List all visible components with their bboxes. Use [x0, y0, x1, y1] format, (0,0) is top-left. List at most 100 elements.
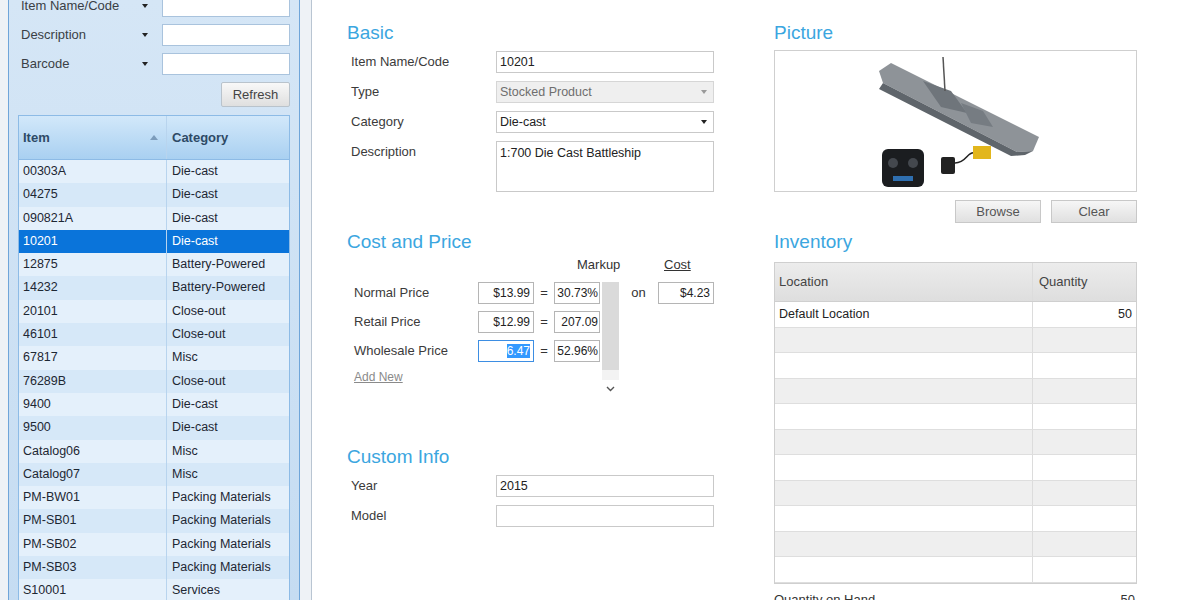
location-cell[interactable]: Default Location — [775, 302, 1033, 327]
location-cell[interactable] — [775, 353, 1033, 378]
item-code[interactable]: Catalog06 — [19, 440, 167, 463]
item-category[interactable]: Packing Materials — [167, 486, 289, 509]
item-category[interactable]: Services — [167, 579, 289, 600]
item-code[interactable]: Catalog07 — [19, 463, 167, 486]
location-cell[interactable] — [775, 557, 1033, 582]
filter-field-selector[interactable]: Description — [21, 24, 162, 46]
item-category[interactable]: Close-out — [167, 370, 289, 393]
filter-input[interactable] — [162, 24, 290, 46]
location-cell[interactable] — [775, 430, 1033, 455]
item-code[interactable]: PM-SB03 — [19, 556, 167, 579]
item-code[interactable]: 14232 — [19, 276, 167, 299]
location-cell[interactable] — [775, 455, 1033, 480]
filter-field-selector[interactable]: Barcode — [21, 53, 162, 75]
item-row[interactable]: 76289BClose-out — [19, 370, 289, 393]
item-code[interactable]: 76289B — [19, 370, 167, 393]
quantity-cell[interactable] — [1033, 506, 1136, 531]
dropdown-arrow-icon[interactable] — [142, 62, 148, 66]
text-area[interactable]: 1:700 Die Cast Battleship — [496, 141, 714, 192]
dropdown[interactable]: Die-cast — [496, 111, 714, 133]
item-code[interactable]: PM-SB02 — [19, 533, 167, 556]
item-category[interactable]: Close-out — [167, 323, 289, 346]
filter-label[interactable]: Item Name/Code — [21, 0, 119, 17]
field-value[interactable]: 2015 — [500, 476, 528, 496]
item-row[interactable]: 00303ADie-cast — [19, 160, 289, 183]
markup-field[interactable]: 30.73% — [554, 282, 600, 304]
markup-field[interactable]: 207.09 — [554, 311, 600, 333]
quantity-cell[interactable] — [1033, 481, 1136, 506]
item-code[interactable]: PM-BW01 — [19, 486, 167, 509]
dropdown-arrow-icon[interactable] — [701, 120, 707, 124]
location-cell[interactable] — [775, 506, 1033, 531]
location-cell[interactable] — [775, 379, 1033, 404]
inventory-row[interactable] — [775, 353, 1136, 379]
item-category[interactable]: Misc — [167, 346, 289, 369]
inventory-row[interactable] — [775, 379, 1136, 405]
cost-field[interactable]: $4.23 — [658, 282, 714, 304]
item-row[interactable]: 10201Die-cast — [19, 230, 289, 253]
inventory-row[interactable] — [775, 532, 1136, 558]
text-field[interactable]: 2015 — [496, 475, 714, 497]
scrollbar-track[interactable] — [602, 282, 619, 380]
quantity-cell[interactable] — [1033, 455, 1136, 480]
quantity-cell[interactable] — [1033, 430, 1136, 455]
item-category[interactable]: Battery-Powered — [167, 253, 289, 276]
item-code[interactable]: 04275 — [19, 183, 167, 206]
item-category[interactable]: Battery-Powered — [167, 276, 289, 299]
item-code[interactable]: 9400 — [19, 393, 167, 416]
item-row[interactable]: 9400Die-cast — [19, 393, 289, 416]
item-category[interactable]: Die-cast — [167, 416, 289, 439]
item-row[interactable]: S10001Services — [19, 579, 289, 600]
item-row[interactable]: Catalog07Misc — [19, 463, 289, 486]
item-row[interactable]: PM-BW01Packing Materials — [19, 486, 289, 509]
inventory-row[interactable] — [775, 481, 1136, 507]
text-field[interactable]: 10201 — [496, 51, 714, 73]
item-category[interactable]: Die-cast — [167, 393, 289, 416]
scroll-down-icon[interactable] — [602, 380, 619, 398]
field-value[interactable]: 1:700 Die Cast Battleship — [500, 144, 641, 162]
item-code[interactable]: 12875 — [19, 253, 167, 276]
item-code[interactable]: 9500 — [19, 416, 167, 439]
price-field[interactable]: $13.99 — [478, 282, 534, 304]
column-header[interactable]: Location — [775, 263, 1033, 301]
item-category[interactable]: Die-cast — [167, 230, 289, 253]
quantity-cell[interactable] — [1033, 404, 1136, 429]
column-header[interactable]: Item — [19, 116, 167, 159]
item-code[interactable]: 67817 — [19, 346, 167, 369]
browse-button[interactable]: Browse — [955, 200, 1041, 223]
inventory-row[interactable] — [775, 557, 1136, 583]
refresh-button[interactable]: Refresh — [221, 82, 290, 107]
inventory-row[interactable] — [775, 404, 1136, 430]
field-value[interactable]: Die-cast — [500, 112, 546, 132]
filter-input[interactable] — [162, 53, 290, 75]
item-row[interactable]: 20101Close-out — [19, 300, 289, 323]
add-new-link[interactable]: Add New — [354, 369, 600, 385]
item-code[interactable]: 46101 — [19, 323, 167, 346]
markup-value[interactable]: 207.09 — [561, 315, 598, 329]
markup-field[interactable]: 52.96% — [554, 340, 600, 362]
price-value[interactable]: $12.99 — [493, 315, 530, 329]
inventory-row[interactable]: Default Location50 — [775, 302, 1136, 328]
text-field[interactable] — [496, 505, 714, 527]
location-cell[interactable] — [775, 404, 1033, 429]
inventory-row[interactable] — [775, 430, 1136, 456]
markup-value[interactable]: 30.73% — [557, 286, 598, 300]
column-header[interactable]: Category — [167, 116, 289, 159]
item-row[interactable]: PM-SB01Packing Materials — [19, 509, 289, 532]
item-category[interactable]: Packing Materials — [167, 509, 289, 532]
filter-label[interactable]: Description — [21, 24, 86, 46]
scrollbar-thumb[interactable] — [602, 282, 619, 370]
dropdown-arrow-icon[interactable] — [142, 4, 148, 8]
column-header-label[interactable]: Item — [23, 128, 50, 148]
item-row[interactable]: PM-SB02Packing Materials — [19, 533, 289, 556]
item-category[interactable]: Packing Materials — [167, 556, 289, 579]
item-category[interactable]: Misc — [167, 440, 289, 463]
item-row[interactable]: 04275Die-cast — [19, 183, 289, 206]
item-row[interactable]: 14232Battery-Powered — [19, 276, 289, 299]
item-code[interactable]: 20101 — [19, 300, 167, 323]
price-value[interactable]: $13.99 — [493, 286, 530, 300]
cost-link[interactable]: Cost — [664, 257, 691, 272]
location-cell[interactable] — [775, 532, 1033, 557]
item-category[interactable]: Misc — [167, 463, 289, 486]
column-header-label[interactable]: Category — [172, 128, 228, 148]
